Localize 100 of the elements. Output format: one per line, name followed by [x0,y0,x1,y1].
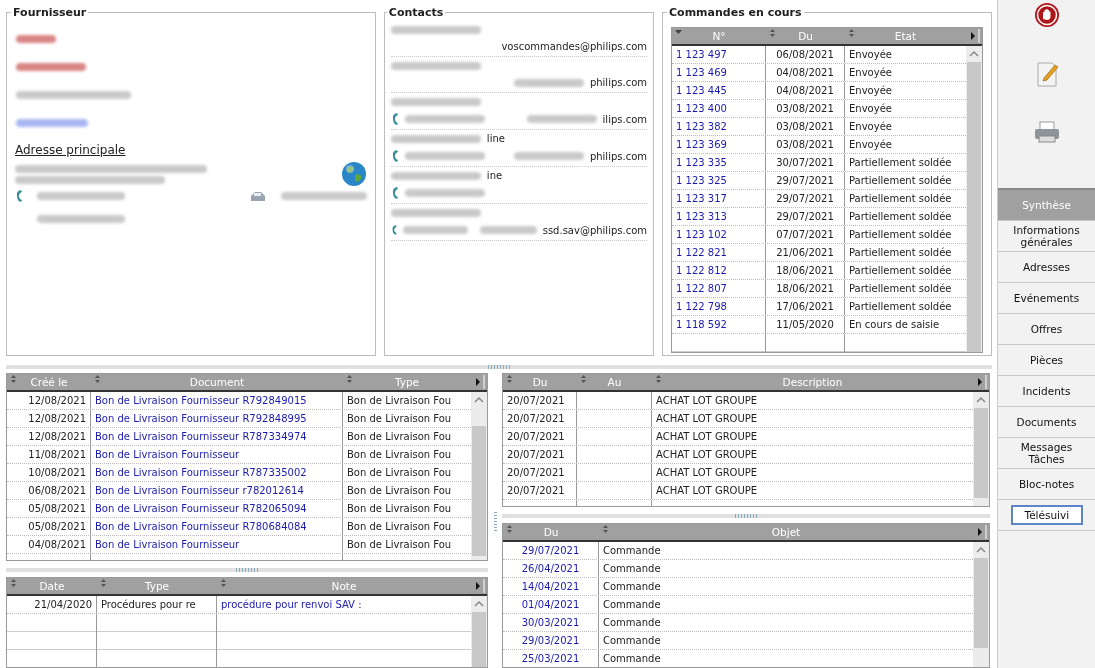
table-cell: 11/08/2021 [7,446,91,463]
table-cell: 29/07/2021 [766,172,846,189]
table-cell[interactable]: 1 123 317 [672,190,767,207]
table-cell[interactable]: 1 123 325 [672,172,767,189]
printer-icon[interactable] [1032,120,1061,144]
side-tab[interactable]: Offres [998,314,1095,344]
table-cell[interactable]: 1 123 445 [672,82,767,99]
contact-entry[interactable]: voscommandes@philips.com [390,21,648,57]
table-cell: 20/07/2021 [503,410,577,427]
sort-icon [506,525,513,533]
table-cell[interactable]: 1 123 400 [672,100,767,117]
table-cell[interactable]: 1 122 821 [672,244,767,261]
table-cell[interactable]: 1 122 812 [672,262,767,279]
side-tab[interactable]: Télésuivi [1010,505,1083,525]
contact-entry[interactable]: ilips.com [390,93,648,130]
sort-icon [220,579,227,587]
table-cell: 20/07/2021 [503,482,577,499]
table-cell[interactable]: Bon de Livraison Fournisseur r782012614 [91,482,343,499]
table-cell: 07/07/2021 [766,226,846,243]
table-cell[interactable]: 1 123 469 [672,64,767,81]
side-tab[interactable]: Documents [998,407,1095,437]
sort-icon [769,29,777,37]
table-cell: 12/08/2021 [7,428,91,445]
side-tab[interactable]: Messages Tâches [998,438,1095,468]
table-cell: 04/08/2021 [766,64,846,81]
panel-title: Fournisseur [12,6,88,19]
table-cell[interactable]: Bon de Livraison Fournisseur [91,536,343,553]
table-cell-text: Commande [602,652,662,666]
table-cell-text: ACHAT LOT GROUPE [655,466,759,480]
table-cell-text: Commande [602,580,662,594]
table-cell-text: Partiellement soldée [848,264,953,278]
table-cell[interactable]: 30/03/2021 [503,614,599,631]
table-cell[interactable]: Bon de Livraison Fournisseur R792849015 [91,392,343,409]
contact-entry[interactable]: ssd.sav@philips.com [390,204,648,241]
table-cell-text: ACHAT LOT GROUPE [655,448,759,462]
table-cell: Procédures pour re [97,596,217,613]
scrollbar[interactable] [471,392,487,560]
scrollbar[interactable] [471,596,487,667]
table-cell[interactable]: Bon de Livraison Fournisseur [91,446,343,463]
table-cell-text: Commande [602,544,662,558]
side-tab[interactable]: Incidents [998,376,1095,406]
blurred-text [513,152,584,160]
contact-name: ine [486,170,503,181]
globe-icon[interactable] [340,161,367,187]
side-tab[interactable]: Evénements [998,283,1095,313]
table-cell[interactable]: 1 123 497 [672,46,767,63]
table-cell[interactable]: 1 123 313 [672,208,767,225]
side-tab[interactable]: Bloc-notes [998,469,1095,499]
table-cell[interactable]: 1 122 807 [672,280,767,297]
table-cell[interactable]: Bon de Livraison Fournisseur R780684084 [91,518,343,535]
table-cell[interactable]: 26/04/2021 [503,560,599,577]
table-cell: 03/08/2021 [766,136,846,153]
side-tab[interactable]: Pièces [998,345,1095,375]
contact-entry[interactable]: ine [390,167,648,204]
table-cell-text: Envoyée [848,120,893,134]
table-cell: 21/06/2021 [766,244,846,261]
table-cell[interactable]: Bon de Livraison Fournisseur R787335002 [91,464,343,481]
phone-icon [15,189,23,203]
table-cell[interactable]: 1 123 335 [672,154,767,171]
stop-hand-icon[interactable] [1033,2,1060,28]
side-tab[interactable]: Adresses [998,252,1095,282]
table-cell[interactable]: 1 123 382 [672,118,767,135]
table-cell: 12/08/2021 [7,410,91,427]
table-cell-text: Bon de Livraison Fou [346,502,453,516]
side-tab[interactable]: Informations générales [998,221,1095,251]
table-cell: 18/06/2021 [766,262,846,279]
blurred-text [16,119,88,127]
table-cell[interactable]: 1 123 102 [672,226,767,243]
sort-icon [10,579,17,587]
panel-title: Commandes en cours [668,6,803,19]
table-cell: 06/08/2021 [7,482,91,499]
table-cell[interactable]: Bon de Livraison Fournisseur R787334974 [91,428,343,445]
sort-icon [580,375,587,383]
table-cell-text: Partiellement soldée [848,174,953,188]
table-cell[interactable]: Bon de Livraison Fournisseur R792848995 [91,410,343,427]
table-cell[interactable]: 01/04/2021 [503,596,599,613]
blurred-text [513,78,584,87]
table-cell[interactable]: 29/07/2021 [503,542,599,559]
blurred-text [526,115,597,123]
table-cell[interactable]: 1 118 592 [672,316,767,333]
table-cell[interactable]: 29/03/2021 [503,632,599,649]
table-cell: 03/08/2021 [766,118,846,135]
table-cell[interactable]: procédure pour renvoi SAV : [217,596,471,613]
table-cell: 20/07/2021 [503,428,577,445]
table-cell[interactable]: 25/03/2021 [503,650,599,667]
scrollbar[interactable] [973,392,989,506]
phone-icon [390,223,398,237]
phone-icon [390,186,399,200]
table-cell[interactable]: 1 122 798 [672,298,767,315]
table-cell-text: ACHAT LOT GROUPE [655,412,759,426]
table-cell[interactable]: 14/04/2021 [503,578,599,595]
contact-email: ssd.sav@philips.com [542,224,648,236]
table-cell-text: Envoyée [848,102,893,116]
scrollbar[interactable] [973,542,989,667]
panel-title: Contacts [387,6,445,19]
table-cell[interactable]: Bon de Livraison Fournisseur R782065094 [91,500,343,517]
contact-entry[interactable]: philips.com [390,57,648,93]
table-cell[interactable]: 1 123 369 [672,136,767,153]
table-cell: 04/08/2021 [766,82,846,99]
scrollbar[interactable] [966,46,982,352]
